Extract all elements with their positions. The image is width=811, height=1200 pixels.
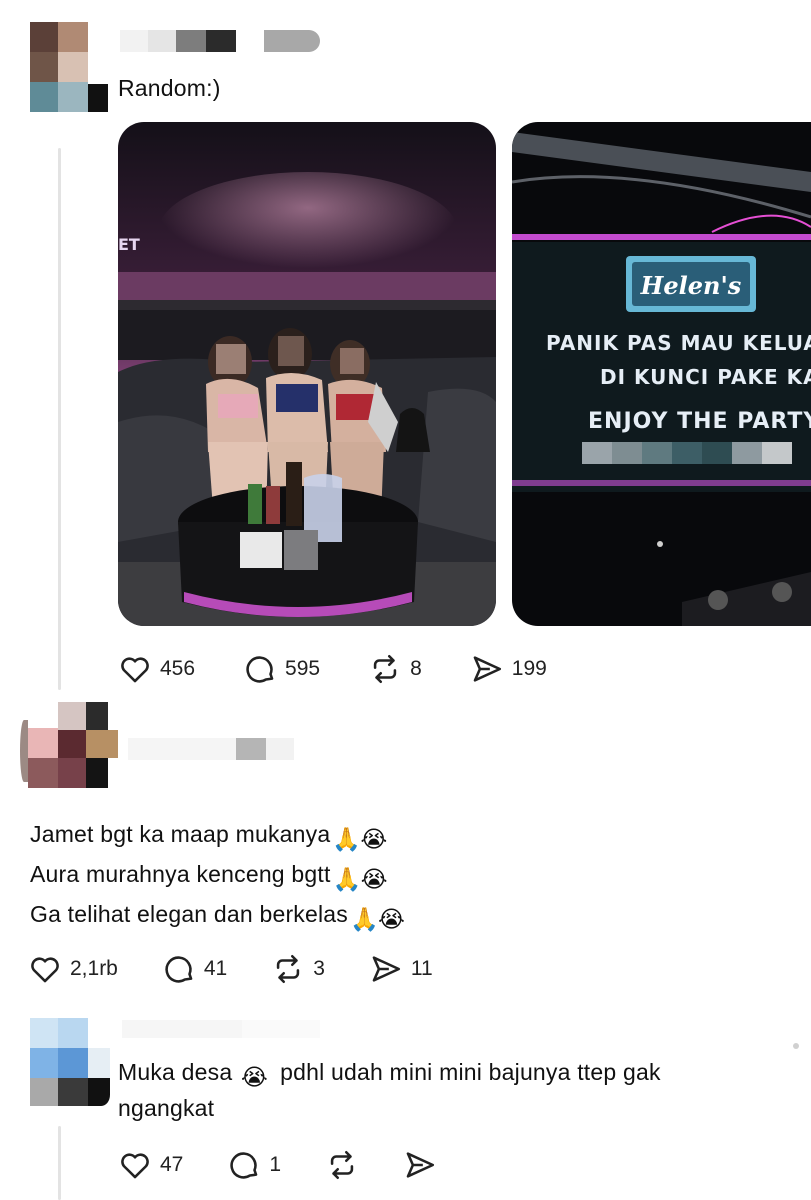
comment-button[interactable]: 595 (243, 652, 320, 686)
share-count: 11 (410, 957, 433, 980)
username[interactable] (122, 1020, 320, 1038)
like-count: 47 (160, 1153, 184, 1176)
like-button[interactable]: 47 (118, 1148, 183, 1182)
share-count: 199 (511, 657, 547, 680)
crying-emoji: 😭 (240, 1064, 268, 1090)
thread-line (58, 148, 61, 690)
share-icon (372, 956, 400, 982)
comment-icon (246, 656, 274, 683)
heart-icon (121, 657, 149, 683)
repost-icon (277, 954, 300, 984)
repost-button[interactable]: 3 (271, 952, 325, 986)
like-count: 2,1rb (70, 957, 118, 980)
heart-icon (121, 1153, 149, 1179)
share-button[interactable] (403, 1148, 437, 1182)
club-logo: Helen's (626, 256, 756, 312)
post-2-actions: 2,1rb 41 3 11 (28, 952, 433, 986)
avatar[interactable] (30, 1018, 110, 1108)
pray-emoji: 🙏 (332, 826, 362, 852)
repost-icon (373, 654, 397, 684)
avatar[interactable] (20, 700, 118, 790)
username[interactable] (120, 30, 320, 52)
post-text: Muka desa 😭 pdhl udah mini mini bajunya … (118, 1054, 768, 1126)
repost-count: 8 (410, 657, 422, 680)
sign-line-2: DI KUNCI PAKE KAKI (600, 365, 811, 389)
comment-icon (230, 1152, 258, 1179)
repost-count: 3 (313, 957, 325, 980)
share-button[interactable]: 199 (470, 652, 547, 686)
comment-button[interactable]: 1 (227, 1148, 281, 1182)
repost-button[interactable] (325, 1148, 359, 1182)
repost-button[interactable]: 8 (368, 652, 422, 686)
sign-line-1: PANIK PAS MAU KELUAR (546, 331, 811, 355)
heart-icon (31, 957, 59, 983)
post-image-1[interactable]: ET (118, 122, 496, 626)
crying-emoji: 😭 (360, 866, 388, 892)
comment-count: 41 (203, 957, 228, 980)
comment-count: 595 (285, 657, 321, 680)
like-count: 456 (160, 657, 196, 680)
share-icon (406, 1152, 435, 1178)
comment-icon (165, 956, 193, 983)
post-text: Jamet bgt ka maap mukanya🙏😭 Aura murahny… (30, 814, 406, 934)
more-options-icon[interactable] (786, 1036, 806, 1056)
crying-emoji: 😭 (360, 826, 388, 852)
svg-text:Helen's: Helen's (640, 271, 742, 300)
post-1-actions: 456 595 8 199 (118, 652, 547, 686)
crying-emoji: 😭 (378, 906, 406, 932)
sign-line-3: ENJOY THE PARTY (588, 409, 811, 434)
comment-line-3: Ga telihat elegan dan berkelas🙏😭 (30, 901, 406, 932)
repost-icon (330, 1150, 354, 1180)
like-button[interactable]: 2,1rb (28, 952, 118, 986)
pray-emoji: 🙏 (332, 866, 362, 892)
pray-emoji: 🙏 (350, 906, 379, 932)
username[interactable] (128, 738, 294, 760)
like-button[interactable]: 456 (118, 652, 195, 686)
avatar[interactable] (30, 22, 108, 116)
post-3-actions: 47 1 (118, 1148, 437, 1182)
thread-line (58, 1126, 61, 1200)
share-button[interactable]: 11 (369, 952, 433, 986)
reply-line-2: ngangkat (118, 1095, 215, 1121)
neon-sign-text: ET (118, 235, 140, 254)
comment-line-1: Jamet bgt ka maap mukanya🙏😭 (30, 821, 388, 852)
post-text: Random:) (118, 75, 221, 101)
share-icon (473, 656, 501, 682)
comment-count: 1 (269, 1153, 282, 1176)
comment-button[interactable]: 41 (162, 952, 227, 986)
post-image-2[interactable]: Helen's PANIK PAS MAU KELUAR DI KUNCI PA… (512, 122, 811, 626)
reply-line-1: Muka desa 😭 pdhl udah mini mini bajunya … (118, 1059, 661, 1090)
comment-line-2: Aura murahnya kenceng bgtt🙏😭 (30, 861, 388, 892)
